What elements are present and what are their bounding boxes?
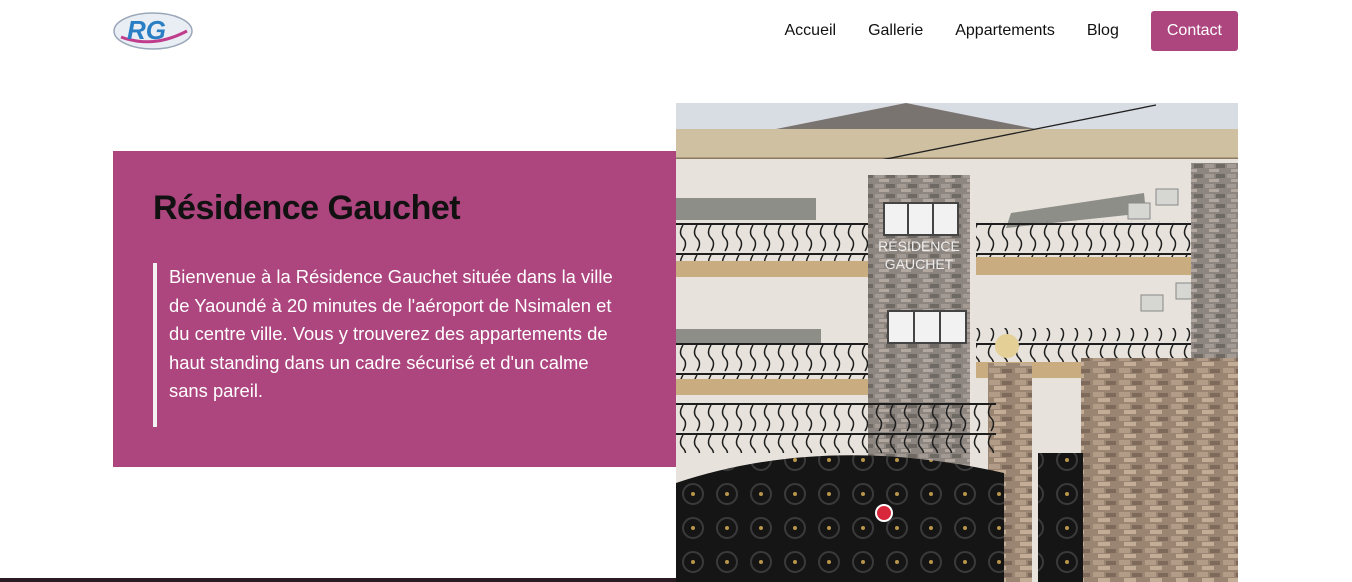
residence-photo: RÉSIDENCE GAUCHET [676, 103, 1238, 582]
hero-description: Bienvenue à la Résidence Gauchet située … [169, 266, 613, 401]
logo-icon[interactable]: RG [113, 11, 193, 51]
nav-appartements[interactable]: Appartements [955, 11, 1055, 51]
residence-building-image: RÉSIDENCE GAUCHET [676, 103, 1238, 582]
nav-gallerie[interactable]: Gallerie [868, 11, 923, 51]
nav-blog[interactable]: Blog [1087, 11, 1119, 51]
nav-accueil[interactable]: Accueil [785, 11, 837, 51]
bottom-border [0, 578, 676, 582]
main-nav: Accueil Gallerie Appartements Blog Conta… [785, 11, 1238, 51]
contact-button[interactable]: Contact [1150, 11, 1238, 51]
site-header: RG Accueil Gallerie Appartements Blog Co… [0, 0, 1352, 62]
hero-title: Résidence Gauchet [153, 189, 461, 227]
hero-panel: Résidence Gauchet Bienvenue à la Résiden… [113, 151, 677, 467]
photo-sign-line1: RÉSIDENCE [878, 238, 960, 254]
hero-quote: Bienvenue à la Résidence Gauchet située … [153, 263, 623, 427]
photo-sign-line2: GAUCHET [885, 256, 954, 272]
logo-text: RG [127, 15, 166, 45]
